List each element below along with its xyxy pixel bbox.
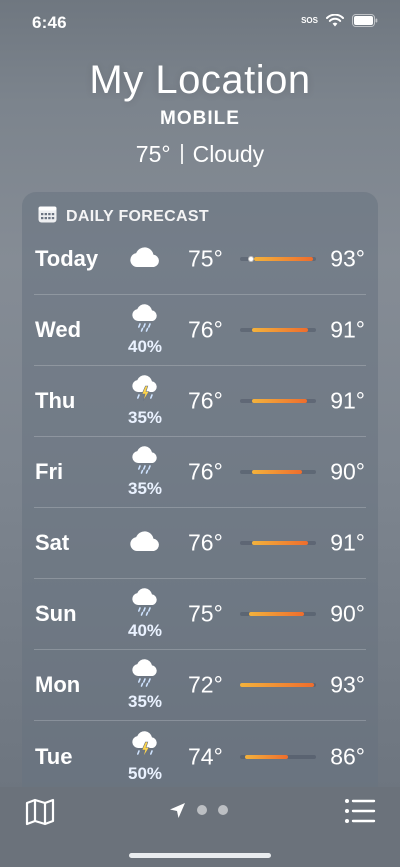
current-condition: Cloudy xyxy=(192,141,265,167)
precip-chance: 50% xyxy=(127,763,163,783)
forecast-row-thu[interactable]: Thu 35% 76° 91° xyxy=(34,366,366,437)
cloud-rain-icon xyxy=(130,446,160,479)
forecast-row-sat[interactable]: Sat 76° 91° xyxy=(34,508,366,579)
cloud-icon xyxy=(128,530,162,557)
cloud-rain-icon xyxy=(130,588,160,621)
forecast-weather: 35% xyxy=(127,650,163,720)
high-temp: 86° xyxy=(330,743,365,769)
map-icon[interactable] xyxy=(24,797,56,827)
low-temp: 76° xyxy=(188,458,223,485)
forecast-weather: 35% xyxy=(127,366,163,436)
temp-range-bar xyxy=(240,328,316,332)
forecast-row-fri[interactable]: Fri 35% 76° 90° xyxy=(34,437,366,508)
cloud-thunderstorm-icon xyxy=(130,730,160,764)
cloud-rain-icon xyxy=(130,659,160,692)
forecast-day: Fri xyxy=(35,459,64,484)
forecast-day: Mon xyxy=(35,672,81,697)
forecast-weather: 40% xyxy=(127,295,163,365)
low-temp: 76° xyxy=(188,387,223,414)
high-temp: 91° xyxy=(330,529,365,556)
temp-range-bar xyxy=(240,399,316,403)
high-temp: 93° xyxy=(330,671,365,698)
forecast-row-today[interactable]: Today 75° 93° xyxy=(34,224,366,295)
conditions-divider xyxy=(180,144,183,164)
location-header: My Location MOBILE 75° Cloudy xyxy=(0,56,400,168)
precip-chance: 40% xyxy=(127,621,163,640)
forecast-row-sun[interactable]: Sun 40% 75° 90° xyxy=(34,579,366,650)
low-temp: 75° xyxy=(188,245,223,272)
temp-range-bar xyxy=(240,470,316,474)
cloud-rain-icon xyxy=(130,304,160,337)
current-temp-dot xyxy=(248,256,255,262)
high-temp: 90° xyxy=(330,600,365,627)
forecast-day: Sat xyxy=(35,530,70,555)
high-temp: 91° xyxy=(330,316,365,343)
temp-range-fill xyxy=(252,399,307,403)
forecast-weather: 35% xyxy=(127,437,163,507)
location-subtitle: MOBILE xyxy=(160,108,240,129)
location-title: My Location xyxy=(89,58,311,102)
forecast-day: Sun xyxy=(35,601,77,626)
forecast-rows: Today 75° 93° Wed 40% 76° 91° Thu 35% 76° 91° Fri 35… xyxy=(22,224,378,792)
precip-chance: 40% xyxy=(127,337,163,356)
forecast-day: Today xyxy=(35,246,99,271)
temp-range-bar xyxy=(240,541,316,545)
forecast-row-mon[interactable]: Mon 35% 72° 93° xyxy=(34,650,366,721)
page-dot-1[interactable] xyxy=(197,805,207,815)
precip-chance: 35% xyxy=(127,479,163,498)
high-temp: 90° xyxy=(330,458,365,485)
high-temp: 93° xyxy=(330,245,365,272)
forecast-day: Thu xyxy=(35,388,76,413)
temp-range-fill xyxy=(252,470,303,474)
forecast-weather: 50% xyxy=(127,721,163,792)
high-temp: 91° xyxy=(330,387,365,414)
forecast-weather: 40% xyxy=(127,579,163,649)
cloud-thunderstorm-icon xyxy=(130,375,160,408)
location-arrow-icon[interactable] xyxy=(169,802,186,824)
wifi-icon xyxy=(326,14,344,27)
cloud-icon xyxy=(128,246,162,273)
temp-range-fill xyxy=(249,612,304,616)
forecast-row-tue[interactable]: Tue 50% 74° 86° xyxy=(34,721,366,792)
page-dot-2[interactable] xyxy=(218,805,228,815)
status-time: 6:46 xyxy=(32,13,67,32)
current-conditions: 75° Cloudy xyxy=(0,140,400,168)
battery-icon xyxy=(352,14,378,27)
forecast-day: Tue xyxy=(35,743,73,769)
sos-indicator: SOS xyxy=(301,16,318,25)
temp-range-fill xyxy=(252,328,309,332)
temp-range-fill xyxy=(240,683,314,687)
low-temp: 72° xyxy=(188,671,223,698)
temp-range-bar xyxy=(240,256,316,262)
low-temp: 76° xyxy=(188,529,223,556)
current-temp: 75° xyxy=(135,141,171,167)
precip-chance: 35% xyxy=(127,692,163,711)
temp-range-fill xyxy=(252,541,309,545)
list-icon[interactable] xyxy=(344,798,376,824)
precip-chance: 35% xyxy=(127,408,163,427)
temp-range-fill xyxy=(253,257,313,261)
low-temp: 74° xyxy=(188,743,223,769)
forecast-weather xyxy=(127,508,163,578)
forecast-row-wed[interactable]: Wed 40% 76° 91° xyxy=(34,295,366,366)
daily-forecast-card[interactable]: DAILY FORECAST Today 75° 93° Wed 40% 76° 91° Th… xyxy=(22,192,378,792)
home-indicator[interactable] xyxy=(129,853,271,858)
low-temp: 75° xyxy=(188,600,223,627)
temp-range-bar xyxy=(240,754,316,759)
temp-range-fill xyxy=(244,754,288,759)
temp-range-bar xyxy=(240,612,316,616)
forecast-day: Wed xyxy=(35,317,82,342)
temp-range-bar xyxy=(240,683,316,687)
status-bar: 6:46 SOS xyxy=(0,0,400,46)
low-temp: 76° xyxy=(188,316,223,343)
forecast-weather xyxy=(127,224,163,294)
status-icons: SOS xyxy=(301,14,378,27)
